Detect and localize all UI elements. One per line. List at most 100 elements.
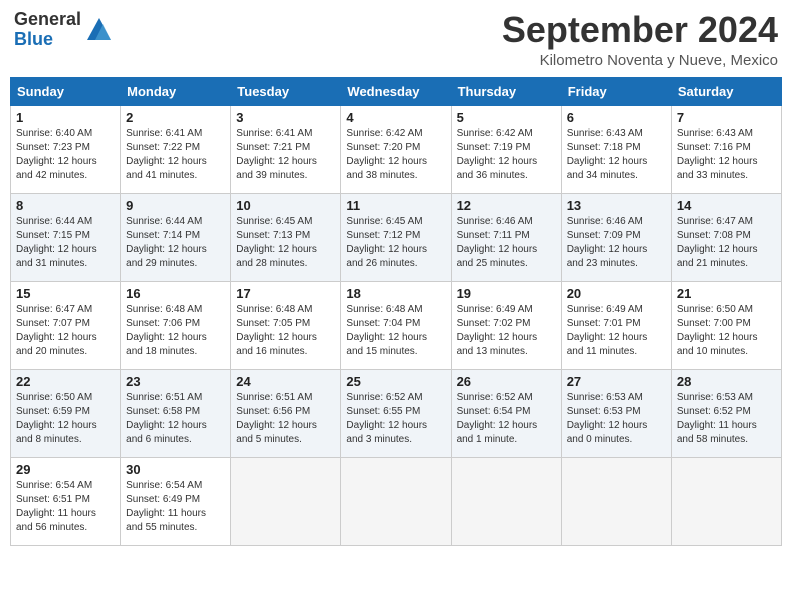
cell-info: Sunrise: 6:52 AMSunset: 6:54 PMDaylight:… <box>457 391 556 447</box>
cell-info: Sunrise: 6:53 AMSunset: 6:52 PMDaylight:… <box>677 391 776 447</box>
cell-info: Sunrise: 6:43 AMSunset: 7:18 PMDaylight:… <box>567 127 666 183</box>
calendar-cell: 24Sunrise: 6:51 AMSunset: 6:56 PMDayligh… <box>231 369 341 457</box>
calendar-cell: 4 Sunrise: 6:42 AMSunset: 7:20 PMDaylight… <box>341 105 451 193</box>
calendar-cell: 28 Sunrise: 6:53 AMSunset: 6:52 PMDayligh… <box>671 369 781 457</box>
calendar-cell: 15 Sunrise: 6:47 AMSunset: 7:07 PMDayligh… <box>11 281 121 369</box>
calendar-week-row: 15 Sunrise: 6:47 AMSunset: 7:07 PMDayligh… <box>11 281 782 369</box>
day-number: 3 <box>236 110 335 125</box>
cell-info: Sunrise: 6:53 AMSunset: 6:53 PMDaylight:… <box>567 391 666 447</box>
cell-info: Sunrise: 6:49 AMSunset: 7:01 PMDaylight:… <box>567 303 666 359</box>
calendar-cell: 17Sunrise: 6:48 AMSunset: 7:05 PMDayligh… <box>231 281 341 369</box>
logo-blue-text: Blue <box>14 30 81 50</box>
calendar-cell: 20 Sunrise: 6:49 AMSunset: 7:01 PMDayligh… <box>561 281 671 369</box>
calendar-cell: 22 Sunrise: 6:50 AMSunset: 6:59 PMDayligh… <box>11 369 121 457</box>
calendar-cell: 18 Sunrise: 6:48 AMSunset: 7:04 PMDayligh… <box>341 281 451 369</box>
calendar-cell: 30 Sunrise: 6:54 AMSunset: 6:49 PMDayligh… <box>121 457 231 545</box>
title-block: September 2024 Kilometro Noventa y Nueve… <box>502 10 778 69</box>
calendar-week-row: 22 Sunrise: 6:50 AMSunset: 6:59 PMDayligh… <box>11 369 782 457</box>
calendar-cell: 10 Sunrise: 6:45 AMSunset: 7:13 PMDayligh… <box>231 193 341 281</box>
day-number: 30 <box>126 462 225 477</box>
day-number: 28 <box>677 374 776 389</box>
calendar-cell: 11 Sunrise: 6:45 AMSunset: 7:12 PMDayligh… <box>341 193 451 281</box>
cell-info: Sunrise: 6:48 AMSunset: 7:04 PMDaylight:… <box>346 303 445 359</box>
calendar-cell: 25 Sunrise: 6:52 AMSunset: 6:55 PMDayligh… <box>341 369 451 457</box>
day-number: 9 <box>126 198 225 213</box>
cell-info: Sunrise: 6:45 AMSunset: 7:13 PMDaylight:… <box>236 215 335 271</box>
cell-info: Sunrise: 6:44 AMSunset: 7:15 PMDaylight:… <box>16 215 115 271</box>
calendar-header-thursday: Thursday <box>451 77 561 105</box>
cell-info: Sunrise: 6:54 AMSunset: 6:49 PMDaylight:… <box>126 479 225 535</box>
day-number: 25 <box>346 374 445 389</box>
cell-info: Sunrise: 6:48 AMSunset: 7:06 PMDaylight:… <box>126 303 225 359</box>
cell-info: Sunrise: 6:47 AMSunset: 7:08 PMDaylight:… <box>677 215 776 271</box>
page-header: General Blue September 2024 Kilometro No… <box>10 10 782 69</box>
day-number: 22 <box>16 374 115 389</box>
logo: General Blue <box>14 10 113 50</box>
calendar-week-row: 1 Sunrise: 6:40 AMSunset: 7:23 PMDaylight… <box>11 105 782 193</box>
calendar-header-sunday: Sunday <box>11 77 121 105</box>
cell-info: Sunrise: 6:43 AMSunset: 7:16 PMDaylight:… <box>677 127 776 183</box>
cell-info: Sunrise: 6:46 AMSunset: 7:09 PMDaylight:… <box>567 215 666 271</box>
cell-info: Sunrise: 6:45 AMSunset: 7:12 PMDaylight:… <box>346 215 445 271</box>
calendar-cell: 27Sunrise: 6:53 AMSunset: 6:53 PMDayligh… <box>561 369 671 457</box>
day-number: 20 <box>567 286 666 301</box>
calendar-cell: 3Sunrise: 6:41 AMSunset: 7:21 PMDaylight… <box>231 105 341 193</box>
calendar-header-monday: Monday <box>121 77 231 105</box>
day-number: 15 <box>16 286 115 301</box>
day-number: 14 <box>677 198 776 213</box>
day-number: 16 <box>126 286 225 301</box>
calendar-cell: 16 Sunrise: 6:48 AMSunset: 7:06 PMDayligh… <box>121 281 231 369</box>
calendar-cell: 23 Sunrise: 6:51 AMSunset: 6:58 PMDayligh… <box>121 369 231 457</box>
day-number: 18 <box>346 286 445 301</box>
day-number: 19 <box>457 286 556 301</box>
day-number: 7 <box>677 110 776 125</box>
calendar-week-row: 29Sunrise: 6:54 AMSunset: 6:51 PMDayligh… <box>11 457 782 545</box>
calendar-cell: 29Sunrise: 6:54 AMSunset: 6:51 PMDayligh… <box>11 457 121 545</box>
calendar-cell <box>671 457 781 545</box>
calendar-cell: 9 Sunrise: 6:44 AMSunset: 7:14 PMDaylight… <box>121 193 231 281</box>
calendar-cell: 6 Sunrise: 6:43 AMSunset: 7:18 PMDaylight… <box>561 105 671 193</box>
cell-info: Sunrise: 6:47 AMSunset: 7:07 PMDaylight:… <box>16 303 115 359</box>
calendar-cell: 8 Sunrise: 6:44 AMSunset: 7:15 PMDaylight… <box>11 193 121 281</box>
day-number: 1 <box>16 110 115 125</box>
cell-info: Sunrise: 6:44 AMSunset: 7:14 PMDaylight:… <box>126 215 225 271</box>
day-number: 29 <box>16 462 115 477</box>
cell-info: Sunrise: 6:49 AMSunset: 7:02 PMDaylight:… <box>457 303 556 359</box>
calendar-cell <box>561 457 671 545</box>
cell-info: Sunrise: 6:52 AMSunset: 6:55 PMDaylight:… <box>346 391 445 447</box>
calendar-header-saturday: Saturday <box>671 77 781 105</box>
calendar-cell <box>451 457 561 545</box>
calendar-cell <box>231 457 341 545</box>
logo-general-text: General <box>14 10 81 30</box>
calendar-cell: 12Sunrise: 6:46 AMSunset: 7:11 PMDayligh… <box>451 193 561 281</box>
day-number: 21 <box>677 286 776 301</box>
day-number: 24 <box>236 374 335 389</box>
day-number: 2 <box>126 110 225 125</box>
location-subtitle: Kilometro Noventa y Nueve, Mexico <box>502 52 778 69</box>
calendar-cell: 1 Sunrise: 6:40 AMSunset: 7:23 PMDaylight… <box>11 105 121 193</box>
cell-info: Sunrise: 6:51 AMSunset: 6:58 PMDaylight:… <box>126 391 225 447</box>
logo-icon <box>85 16 113 44</box>
calendar-cell: 5Sunrise: 6:42 AMSunset: 7:19 PMDaylight… <box>451 105 561 193</box>
calendar-header-friday: Friday <box>561 77 671 105</box>
cell-info: Sunrise: 6:42 AMSunset: 7:20 PMDaylight:… <box>346 127 445 183</box>
calendar-header-wednesday: Wednesday <box>341 77 451 105</box>
day-number: 5 <box>457 110 556 125</box>
month-title: September 2024 <box>502 10 778 50</box>
cell-info: Sunrise: 6:40 AMSunset: 7:23 PMDaylight:… <box>16 127 115 183</box>
calendar-header-tuesday: Tuesday <box>231 77 341 105</box>
day-number: 8 <box>16 198 115 213</box>
calendar-header-row: SundayMondayTuesdayWednesdayThursdayFrid… <box>11 77 782 105</box>
calendar-cell: 19 Sunrise: 6:49 AMSunset: 7:02 PMDayligh… <box>451 281 561 369</box>
day-number: 26 <box>457 374 556 389</box>
cell-info: Sunrise: 6:41 AMSunset: 7:22 PMDaylight:… <box>126 127 225 183</box>
day-number: 4 <box>346 110 445 125</box>
cell-info: Sunrise: 6:46 AMSunset: 7:11 PMDaylight:… <box>457 215 556 271</box>
day-number: 6 <box>567 110 666 125</box>
day-number: 10 <box>236 198 335 213</box>
calendar-cell: 2 Sunrise: 6:41 AMSunset: 7:22 PMDaylight… <box>121 105 231 193</box>
day-number: 11 <box>346 198 445 213</box>
cell-info: Sunrise: 6:50 AMSunset: 6:59 PMDaylight:… <box>16 391 115 447</box>
day-number: 23 <box>126 374 225 389</box>
day-number: 13 <box>567 198 666 213</box>
